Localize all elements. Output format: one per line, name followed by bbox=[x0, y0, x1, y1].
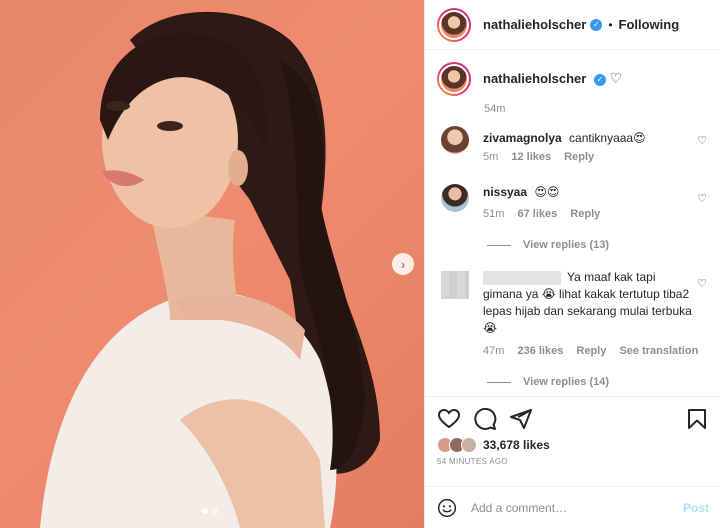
comment-body: nissyaa 😍😍 bbox=[483, 184, 693, 201]
likes-count-label[interactable]: 33,678 likes bbox=[483, 438, 550, 452]
view-replies-label[interactable]: View replies (13) bbox=[523, 239, 609, 251]
comment-body: zivamagnolya cantiknyaaa😍 bbox=[483, 130, 693, 147]
caption-time: 54m bbox=[484, 103, 506, 115]
commenter-avatar-blurred[interactable] bbox=[441, 271, 469, 299]
comments-list[interactable]: nathalieholscher ✓ ♡ 54m zivamagnolya ca… bbox=[425, 51, 720, 395]
comment-likes[interactable]: 236 likes bbox=[517, 345, 563, 357]
verified-badge-icon: ✓ bbox=[590, 18, 603, 31]
replies-divider bbox=[487, 244, 511, 246]
view-replies-button[interactable]: View replies (13) bbox=[487, 239, 609, 251]
like-comment-heart-icon[interactable]: ♡ bbox=[697, 134, 707, 147]
comment-meta: 5m 12 likes Reply bbox=[483, 151, 604, 163]
comment-bubble-icon[interactable] bbox=[473, 407, 497, 431]
like-comment-heart-icon[interactable]: ♡ bbox=[697, 277, 707, 290]
liker-avatar bbox=[461, 437, 477, 453]
caption-author-avatar[interactable] bbox=[437, 62, 471, 96]
add-comment-bar: Post bbox=[425, 486, 720, 528]
following-button[interactable]: Following bbox=[619, 17, 680, 32]
view-replies-label[interactable]: View replies (14) bbox=[523, 376, 609, 388]
comment-meta: 51m 67 likes Reply bbox=[483, 208, 610, 220]
author-avatar[interactable] bbox=[437, 7, 471, 42]
comment-time: 5m bbox=[483, 151, 499, 163]
replies-divider bbox=[487, 381, 511, 383]
like-heart-icon[interactable] bbox=[437, 407, 461, 431]
add-comment-input[interactable] bbox=[471, 500, 683, 515]
like-comment-heart-icon[interactable]: ♡ bbox=[697, 192, 707, 205]
slide-dot-1 bbox=[202, 508, 208, 514]
comment-time: 47m bbox=[483, 345, 505, 357]
post-comment-button[interactable]: Post bbox=[683, 501, 709, 515]
see-translation-button[interactable]: See translation bbox=[619, 345, 698, 357]
post-actions: 33,678 likes 54 MINUTES AGO bbox=[425, 396, 720, 496]
caption-author-username[interactable]: nathalieholscher ✓ ♡ bbox=[483, 70, 622, 87]
comment-time: 51m bbox=[483, 208, 505, 220]
slide-indicator bbox=[202, 508, 218, 514]
comment-likes[interactable]: 67 likes bbox=[517, 208, 557, 220]
likes-count[interactable]: 33,678 bbox=[483, 438, 520, 452]
slide-dot-2 bbox=[212, 508, 218, 514]
commenter-avatar[interactable] bbox=[441, 184, 469, 212]
caption-heart-icon: ♡ bbox=[609, 70, 623, 86]
post-header: nathalieholscher ✓ • Following bbox=[425, 0, 720, 50]
comment-likes[interactable]: 12 likes bbox=[511, 151, 551, 163]
post-photo[interactable]: › bbox=[0, 0, 424, 528]
likes-summary[interactable]: 33,678 likes bbox=[437, 437, 550, 453]
post-side-panel: nathalieholscher ✓ • Following nathalieh… bbox=[424, 0, 720, 528]
comment-username-blurred[interactable] bbox=[483, 270, 561, 285]
view-replies-button[interactable]: View replies (14) bbox=[487, 376, 609, 388]
author-username[interactable]: nathalieholscher bbox=[483, 17, 586, 32]
comment-username[interactable]: zivamagnolya bbox=[483, 131, 562, 145]
header-separator: • bbox=[608, 17, 613, 32]
comment-text: 😍😍 bbox=[534, 185, 560, 199]
commenter-avatar[interactable] bbox=[441, 126, 469, 154]
comment-text: cantiknyaaa😍 bbox=[569, 131, 646, 145]
save-bookmark-icon[interactable] bbox=[685, 407, 709, 431]
action-buttons-row bbox=[437, 407, 709, 431]
caption-author-name[interactable]: nathalieholscher bbox=[483, 71, 586, 86]
verified-badge-icon: ✓ bbox=[593, 73, 606, 86]
comment-body: Ya maaf kak tapi gimana ya 😭 lihat kakak… bbox=[483, 269, 693, 337]
reply-button[interactable]: Reply bbox=[576, 345, 606, 357]
post-timestamp[interactable]: 54 MINUTES AGO bbox=[437, 457, 508, 466]
comment-username[interactable]: nissyaa bbox=[483, 185, 527, 199]
comment-meta: 47m 236 likes Reply See translation bbox=[483, 345, 708, 357]
likes-suffix[interactable]: likes bbox=[523, 438, 550, 452]
reply-button[interactable]: Reply bbox=[564, 151, 594, 163]
portrait-illustration bbox=[40, 11, 380, 528]
emoji-smiley-icon[interactable] bbox=[437, 498, 457, 518]
next-slide-button[interactable]: › bbox=[392, 253, 414, 275]
reply-button[interactable]: Reply bbox=[570, 208, 600, 220]
share-send-icon[interactable] bbox=[509, 407, 533, 431]
